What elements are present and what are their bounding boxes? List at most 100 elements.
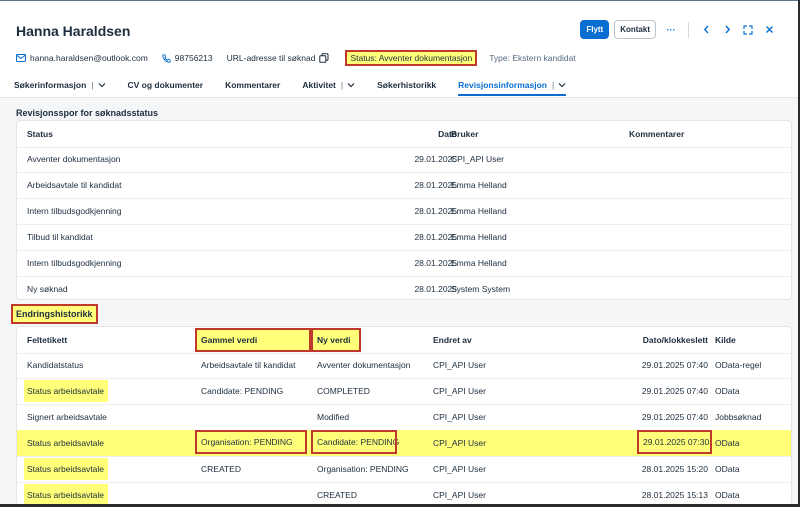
audit-section-title: Revisjonsspor for søknadsstatus [16,108,159,118]
tab-separator: | [340,80,344,90]
date-cell: 28.01.2025 [414,232,457,242]
date-cell: 28.01.2025 [414,258,457,268]
chevron-down-icon[interactable] [347,82,355,88]
datetime-cell: 29.01.2025 07:40 [641,386,708,396]
move-button[interactable]: Flytt [580,20,610,39]
change-history-table: Feltetikett Gammel verdi Ny verdi Endret… [16,326,792,506]
table-row[interactable]: Avventer dokumentasjon 29.01.2025 CPI_AP… [17,146,791,173]
chevron-down-icon[interactable] [558,82,566,88]
col-field-header: Feltetikett [27,335,68,345]
new-value-cell: Candidate: PENDING [311,430,399,454]
phone-link[interactable]: 98756213 [162,53,213,63]
date-cell: 28.01.2025 [414,180,457,190]
tab-label: CV og dokumenter [127,80,204,90]
table-row[interactable]: Intern tilbudsgodkjenning 28.01.2025 Emm… [17,198,791,225]
field-cell: Status arbeidsavtale [24,484,108,505]
datetime-cell: 29.01.2025 07:30 [637,430,712,454]
old-value-cell: Candidate: PENDING [201,386,284,396]
field-cell: Status arbeidsavtale [27,438,105,448]
source-cell: OData-regel [715,360,762,370]
status-cell: Avventer dokumentasjon [27,154,121,164]
tab-comments[interactable]: Kommentarer [225,76,280,94]
old-value-cell: Organisation: PENDING [195,430,307,454]
source-cell: OData [715,464,740,474]
user-cell: Emma Helland [451,232,507,242]
table-row[interactable]: Intern tilbudsgodkjenning 28.01.2025 Emm… [17,250,791,277]
more-icon[interactable]: ··· [664,23,678,37]
candidate-type: Type: Ekstern kandidat [489,53,576,63]
field-cell: Signert arbeidsavtale [27,412,107,422]
email-text: hanna.haraldsen@outlook.com [30,53,148,63]
table-row-highlighted[interactable]: Status arbeidsavtale Organisation: PENDI… [17,430,791,457]
user-cell: Emma Helland [451,258,507,268]
datetime-cell: 29.01.2025 07:40 [641,412,708,422]
tab-separator: | [91,80,94,90]
table-row[interactable]: Status arbeidsavtale Candidate: PENDING … [17,378,791,405]
tab-revision-info[interactable]: Revisjonsinformasjon | [458,76,567,96]
date-cell: 28.01.2025 [414,284,457,294]
new-value-cell: Organisation: PENDING [317,464,409,474]
tab-applicant-history[interactable]: Søkerhistorikk [377,76,436,94]
tab-label: Revisjonsinformasjon [458,80,547,90]
table-header-row: Status Dato Bruker Kommentarer [17,121,791,148]
user-cell: Emma Helland [451,206,507,216]
tab-separator: | [551,80,555,90]
col-status-header: Status [27,129,53,139]
tab-label: Aktivitet [302,80,336,90]
contact-info-row: hanna.haraldsen@outlook.com 98756213 URL… [16,50,576,66]
new-value-cell: Modified [317,412,350,422]
close-icon[interactable] [762,23,776,37]
phone-text: 98756213 [174,53,213,63]
old-value-cell: CREATED [201,464,241,474]
source-cell: OData [715,490,740,500]
status-cell: Intern tilbudsgodkjenning [27,206,122,216]
table-header-row: Feltetikett Gammel verdi Ny verdi Endret… [17,327,791,354]
new-value-cell: Avventer dokumentasjon [317,360,411,370]
email-link[interactable]: hanna.haraldsen@outlook.com [16,53,148,63]
table-row[interactable]: Kandidatstatus Arbeidsavtale til kandida… [17,352,791,379]
change-history-title: Endringshistorikk [11,304,98,324]
tab-activity[interactable]: Aktivitet | [302,76,355,94]
new-value-cell: CREATED [317,490,357,500]
header-actions: Flytt Kontakt ··· [580,20,776,39]
table-row[interactable]: Arbeidsavtale til kandidat 28.01.2025 Em… [17,172,791,199]
chevron-right-icon[interactable] [720,23,734,37]
table-row[interactable]: Status arbeidsavtale CREATED Organisatio… [17,456,791,483]
field-cell: Kandidatstatus [27,360,84,370]
tab-cv-documents[interactable]: CV og dokumenter [128,76,204,94]
contact-button[interactable]: Kontakt [614,20,656,39]
copy-icon[interactable] [319,53,329,63]
actions-divider [688,21,689,38]
chevron-down-icon[interactable] [98,82,106,88]
candidate-name: Hanna Haraldsen [16,23,131,39]
status-cell: Ny søknad [27,284,68,294]
user-cell: System System [451,284,511,294]
col-new-value-header: Ny verdi [311,328,361,352]
fullscreen-icon[interactable] [741,23,755,37]
source-cell: Jobbsøknad [715,412,762,422]
table-row[interactable]: Status arbeidsavtale CREATED CPI_API Use… [17,482,791,505]
changed-by-cell: CPI_API User [433,490,486,500]
chevron-left-icon[interactable] [699,23,713,37]
col-date-header: Dato [438,129,457,139]
user-cell: CPI_API User [451,154,504,164]
application-url[interactable]: URL-adresse til søknad [227,53,334,63]
status-cell: Tilbud til kandidat [27,232,93,242]
tab-bar: Søkerinformasjon | CV og dokumenter Komm… [14,76,588,96]
table-row[interactable]: Signert arbeidsavtale Modified CPI_API U… [17,404,791,431]
changed-by-cell: CPI_API User [433,386,486,396]
col-old-value-header: Gammel verdi [195,328,311,352]
new-value-cell: COMPLETED [317,386,370,396]
table-row[interactable]: Ny søknad 28.01.2025 System System [17,276,791,299]
col-comments-header: Kommentarer [629,129,685,139]
table-row[interactable]: Tilbud til kandidat 28.01.2025 Emma Hell… [17,224,791,251]
source-cell: OData [715,386,740,396]
col-user-header: Bruker [451,129,479,139]
col-changed-by-header: Endret av [433,335,472,345]
datetime-cell: 29.01.2025 07:40 [641,360,708,370]
status-cell: Arbeidsavtale til kandidat [27,180,122,190]
old-value-cell: Arbeidsavtale til kandidat [201,360,296,370]
status-cell: Intern tilbudsgodkjenning [27,258,122,268]
changed-by-cell: CPI_API User [433,464,486,474]
tab-applicant-info[interactable]: Søkerinformasjon | [14,76,106,94]
